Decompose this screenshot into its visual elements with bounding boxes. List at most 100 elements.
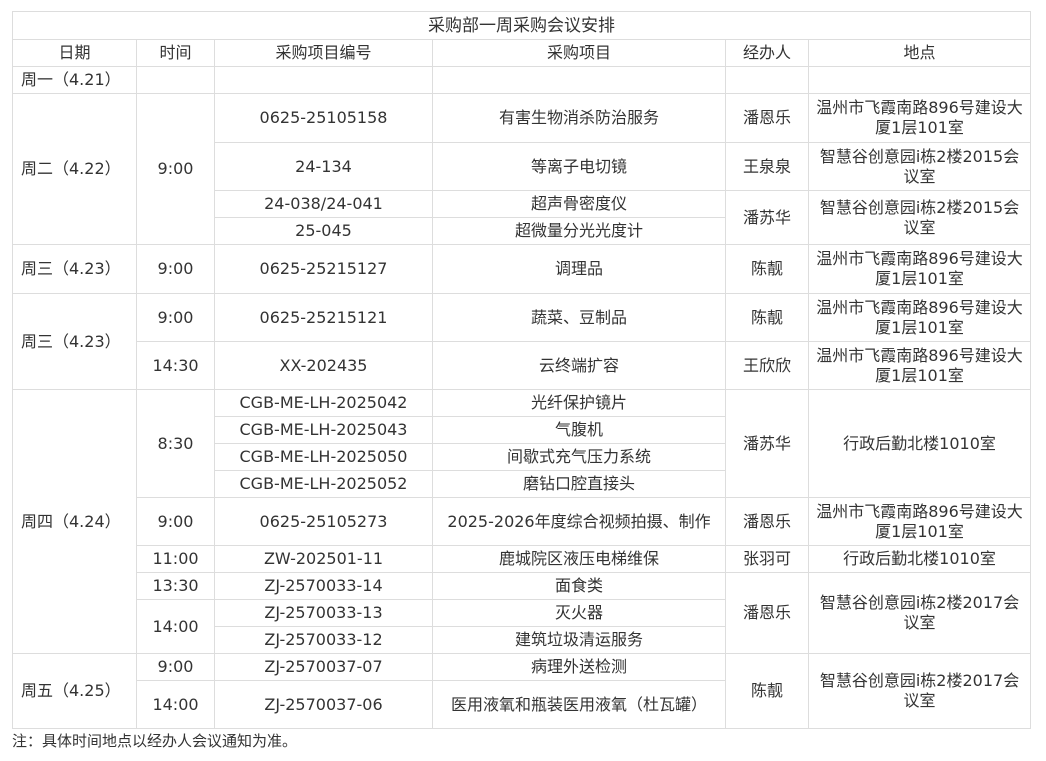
- project-cell: 超微量分光光度计: [432, 217, 726, 245]
- time-cell: 9:00: [136, 653, 215, 681]
- location-cell: 温州市飞霞南路896号建设大厦1层101室: [807, 497, 1032, 546]
- project-cell: 有害生物消杀防治服务: [432, 93, 726, 143]
- table-row: 周一（4.21）: [12, 66, 1032, 94]
- location-cell: 温州市飞霞南路896号建设大厦1层101室: [807, 341, 1032, 390]
- project-no-cell: 24-134: [214, 142, 433, 191]
- date-cell: 周五（4.25）: [12, 653, 137, 729]
- project-cell: 2025-2026年度综合视频拍摄、制作: [432, 497, 726, 546]
- handler-cell: 王欣欣: [725, 341, 809, 390]
- handler-cell: 陈靓: [725, 653, 809, 729]
- project-no-cell: 0625-25105158: [214, 93, 433, 143]
- project-no-cell: 0625-25215127: [214, 244, 433, 294]
- project-cell: 灭火器: [432, 599, 726, 627]
- date-cell: 周三（4.23）: [12, 293, 137, 390]
- time-cell: 9:00: [136, 93, 215, 245]
- handler-cell: 潘恩乐: [725, 93, 809, 143]
- project-no-cell: 24-038/24-041: [214, 190, 433, 218]
- table-row: 周三（4.23） 9:00 0625-25215127 调理品 陈靓 温州市飞霞…: [12, 244, 1032, 294]
- time-cell: 9:00: [136, 244, 215, 294]
- date-cell: 周二（4.22）: [12, 93, 137, 245]
- handler-cell: 潘苏华: [725, 190, 809, 245]
- location-cell: [807, 66, 1032, 94]
- handler-cell: 潘苏华: [725, 389, 809, 498]
- project-cell: 超声骨密度仪: [432, 190, 726, 218]
- project-no-cell: ZJ-2570033-14: [214, 572, 433, 600]
- header-project: 采购项目: [432, 39, 726, 67]
- project-cell: 面食类: [432, 572, 726, 600]
- handler-cell: 张羽可: [725, 545, 809, 573]
- project-cell: [432, 66, 726, 94]
- project-no-cell: ZJ-2570037-07: [214, 653, 433, 681]
- project-cell: 蔬菜、豆制品: [432, 293, 726, 342]
- table-row: 13:30 ZJ-2570033-14 面食类 潘恩乐 智慧谷创意园i栋2楼20…: [13, 572, 1032, 654]
- table-title-row: 采购部一周采购会议安排: [11, 11, 1032, 40]
- project-no-cell: ZJ-2570033-13: [214, 599, 433, 627]
- project-cell: 病理外送检测: [432, 653, 726, 681]
- project-cell: 医用液氧和瓶装医用液氧（杜瓦罐）: [432, 680, 726, 729]
- project-no-cell: ZJ-2570037-06: [214, 680, 433, 729]
- project-cell: 气腹机: [432, 416, 726, 444]
- project-no-cell: 0625-25215121: [214, 293, 433, 342]
- schedule-table-container: 采购部一周采购会议安排 日期 时间 采购项目编号 采购项目 经办人 地点 周一（…: [11, 11, 1032, 729]
- location-cell: 智慧谷创意园i栋2楼2015会议室: [807, 142, 1032, 191]
- date-cell: 周一（4.21）: [12, 66, 137, 94]
- time-cell: 14:00: [136, 680, 215, 729]
- date-cell: 周三（4.23）: [12, 244, 137, 294]
- project-cell: 调理品: [432, 244, 726, 294]
- time-cell: 13:30: [136, 572, 215, 600]
- time-cell: [136, 66, 215, 94]
- location-cell: 行政后勤北楼1010室: [807, 389, 1032, 498]
- location-cell: 智慧谷创意园i栋2楼2017会议室: [807, 572, 1032, 654]
- location-cell: 温州市飞霞南路896号建设大厦1层101室: [807, 244, 1032, 294]
- header-handler: 经办人: [725, 39, 809, 67]
- project-no-cell: ZW-202501-11: [214, 545, 433, 573]
- table-row: 周三（4.23） 9:00 0625-25215121 蔬菜、豆制品 陈靓 温州…: [12, 293, 1032, 390]
- handler-cell: 潘恩乐: [725, 497, 809, 546]
- time-cell: 11:00: [136, 545, 215, 573]
- time-cell: 9:00: [136, 497, 215, 546]
- handler-cell: [725, 66, 809, 94]
- project-no-cell: 25-045: [214, 217, 433, 245]
- header-location: 地点: [807, 39, 1032, 67]
- project-cell: 光纤保护镜片: [432, 389, 726, 417]
- project-cell: 间歇式充气压力系统: [432, 443, 726, 471]
- location-cell: 行政后勤北楼1010室: [807, 545, 1032, 573]
- project-no-cell: XX-202435: [214, 341, 433, 390]
- time-cell: 14:00: [136, 599, 215, 654]
- table-row: 周四（4.24） 8:30 CGB-ME-LH-2025042 光纤保护镜片 潘…: [12, 389, 1032, 654]
- project-no-cell: 0625-25105273: [214, 497, 433, 546]
- project-cell: 云终端扩容: [432, 341, 726, 390]
- table-title: 采购部一周采购会议安排: [11, 11, 1032, 40]
- project-cell: 磨钻口腔直接头: [432, 470, 726, 498]
- table-row: 9:00 0625-25105273 2025-2026年度综合视频拍摄、制作 …: [13, 497, 1032, 546]
- project-no-cell: CGB-ME-LH-2025043: [214, 416, 433, 444]
- handler-cell: 王泉泉: [725, 142, 809, 191]
- schedule-table: 采购部一周采购会议安排 日期 时间 采购项目编号 采购项目 经办人 地点 周一（…: [11, 11, 1032, 729]
- project-no-cell: CGB-ME-LH-2025050: [214, 443, 433, 471]
- table-row: 周五（4.25） 9:00 ZJ-2570037-07 病理外送检测 陈靓 智慧…: [12, 653, 1032, 729]
- project-no-cell: [214, 66, 433, 94]
- time-cell: 8:30: [136, 389, 215, 498]
- header-project-no: 采购项目编号: [214, 39, 433, 67]
- date-cell: 周四（4.24）: [12, 389, 137, 654]
- handler-cell: 陈靓: [725, 244, 809, 294]
- time-cell: 14:30: [136, 341, 215, 390]
- location-cell: 智慧谷创意园i栋2楼2017会议室: [807, 653, 1032, 729]
- table-row: 11:00 ZW-202501-11 鹿城院区液压电梯维保 张羽可 行政后勤北楼…: [13, 545, 1032, 573]
- handler-cell: 潘恩乐: [725, 572, 809, 654]
- table-row: 周二（4.22） 9:00 0625-25105158 有害生物消杀防治服务 潘…: [12, 93, 1032, 245]
- project-cell: 鹿城院区液压电梯维保: [432, 545, 726, 573]
- header-time: 时间: [136, 39, 215, 67]
- location-cell: 智慧谷创意园i栋2楼2015会议室: [807, 190, 1032, 245]
- table-row: 14:30 XX-202435 云终端扩容 王欣欣 温州市飞霞南路896号建设大…: [13, 341, 1032, 390]
- location-cell: 温州市飞霞南路896号建设大厦1层101室: [807, 93, 1032, 143]
- project-no-cell: CGB-ME-LH-2025052: [214, 470, 433, 498]
- handler-cell: 陈靓: [725, 293, 809, 342]
- footnote: 注：具体时间地点以经办人会议通知为准。: [12, 732, 298, 750]
- location-cell: 温州市飞霞南路896号建设大厦1层101室: [807, 293, 1032, 342]
- project-no-cell: ZJ-2570033-12: [214, 626, 433, 654]
- header-date: 日期: [12, 39, 137, 67]
- time-cell: 9:00: [136, 293, 215, 342]
- header-row: 日期 时间 采购项目编号 采购项目 经办人 地点: [12, 39, 1032, 67]
- project-no-cell: CGB-ME-LH-2025042: [214, 389, 433, 417]
